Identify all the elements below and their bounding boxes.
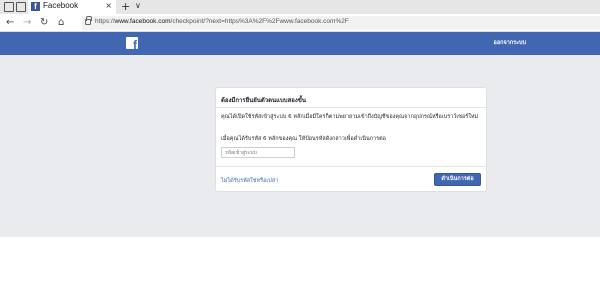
url-domain: www.facebook.com — [114, 18, 171, 25]
new-tab-icon[interactable]: + — [121, 0, 130, 13]
card-footer-divider — [216, 166, 486, 167]
back-arrow-icon[interactable]: ← — [6, 16, 14, 29]
url-path: /checkpoint/?next=https%3A%2F%2Fwww.face… — [170, 18, 349, 25]
browser-tab-bar: f Facebook × + ∨ — [0, 0, 600, 14]
logout-link[interactable]: ออกจากระบบ — [494, 39, 526, 47]
address-bar[interactable]: https://www.facebook.com/checkpoint/?nex… — [82, 16, 600, 30]
refresh-icon[interactable]: ↻ — [40, 16, 48, 29]
card-title: ต้องมีการยืนยันตัวตนแบบสองขั้น — [221, 97, 306, 104]
tab-title: Facebook — [43, 1, 79, 10]
url-text: https://www.facebook.com/checkpoint/?nex… — [95, 18, 349, 25]
url-prefix: https:// — [95, 18, 115, 25]
tab-list-chevron-icon[interactable]: ∨ — [135, 1, 141, 10]
card-description: คุณได้เปิดใช้รหัสเข้าสู่ระบบ 6 หลักเมื่อ… — [221, 114, 479, 120]
tab-close-icon[interactable]: × — [105, 1, 112, 10]
no-code-link[interactable]: ไม่ได้รับรหัสใช่หรือเปล่า — [221, 177, 278, 185]
card-instruction: เมื่อคุณได้รับรหัส 6 หลักของคุณ ให้ป้อนร… — [221, 136, 386, 142]
facebook-logo-letter: f — [133, 38, 137, 49]
forward-arrow-icon[interactable]: → — [23, 16, 31, 29]
card-divider — [216, 107, 486, 108]
facebook-logo-icon[interactable]: f — [126, 37, 138, 49]
continue-button[interactable]: ดำเนินการต่อ — [434, 173, 481, 186]
page-content: ต้องมีการยืนยันตัวตนแบบสองขั้น คุณได้เปิ… — [0, 55, 600, 237]
facebook-favicon-icon: f — [31, 2, 40, 11]
tabs-aside-icon[interactable] — [16, 2, 26, 12]
login-code-input[interactable] — [221, 147, 295, 158]
browser-nav-bar: ← → ↻ ⌂ https://www.facebook.com/checkpo… — [0, 14, 600, 32]
facebook-header: f ออกจากระบบ — [0, 32, 600, 55]
tab-actions-icon[interactable] — [4, 2, 14, 12]
home-icon[interactable]: ⌂ — [58, 16, 64, 29]
browser-tab-facebook[interactable]: f Facebook × — [28, 0, 116, 14]
two-factor-card: ต้องมีการยืนยันตัวตนแบบสองขั้น คุณได้เปิ… — [215, 87, 487, 192]
lock-icon — [85, 16, 92, 25]
